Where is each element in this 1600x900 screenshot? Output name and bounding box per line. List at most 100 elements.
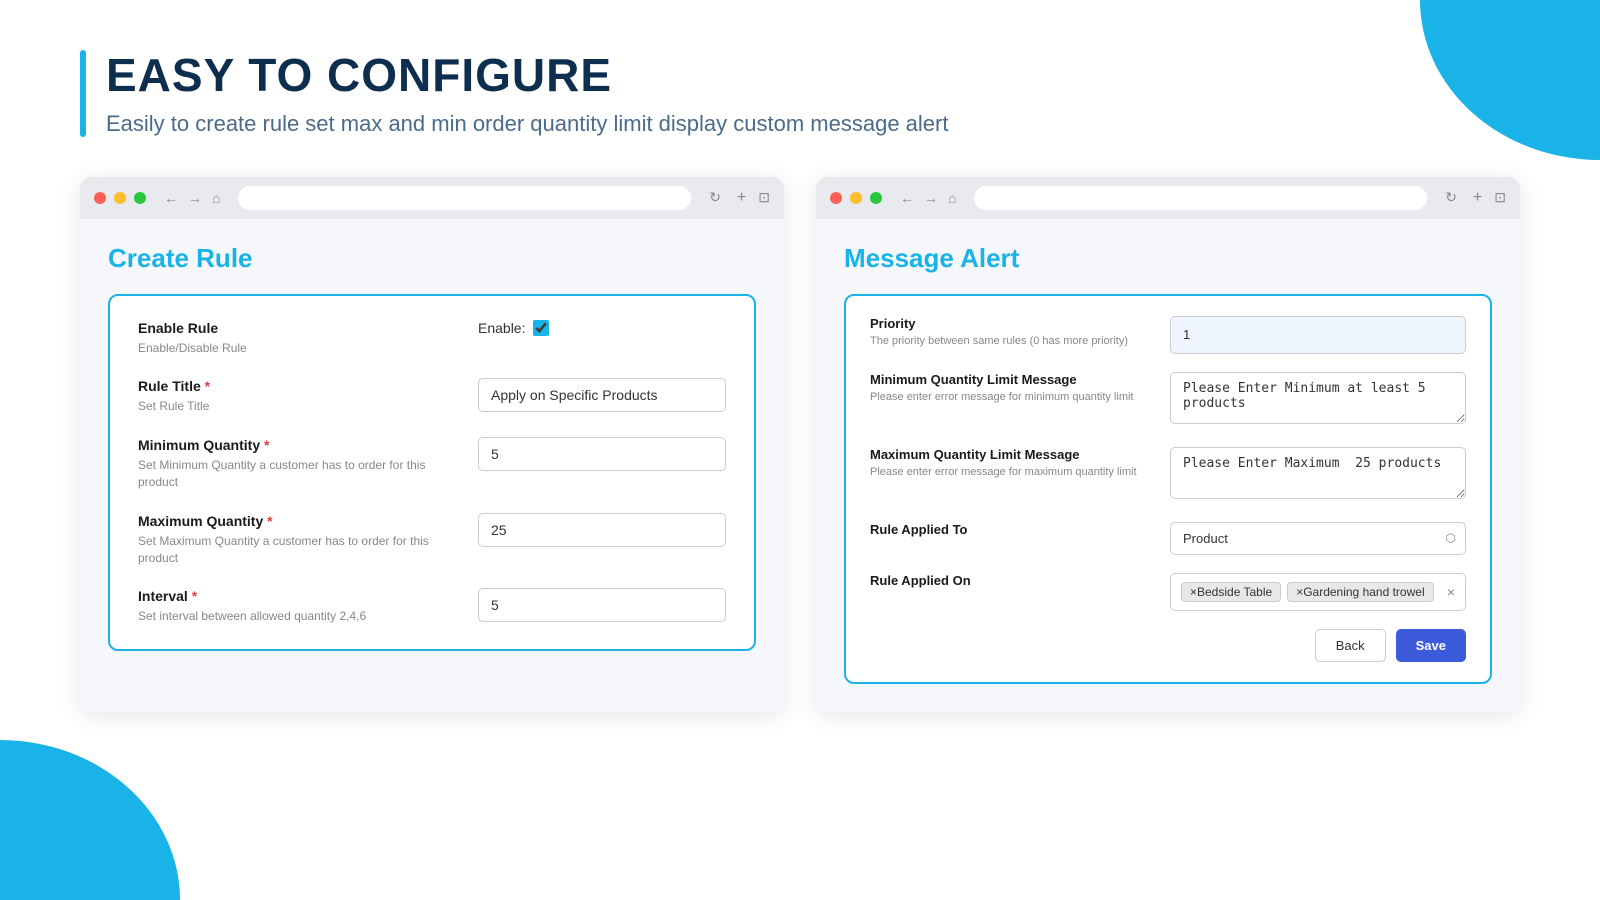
enable-rule-label-col: Enable Rule Enable/Disable Rule: [138, 320, 478, 357]
rule-applied-on-input-col: ×Bedside Table ×Gardening hand trowel ×: [1170, 573, 1466, 611]
message-alert-title: Message Alert: [844, 243, 1492, 274]
max-qty-input[interactable]: [478, 513, 726, 547]
rule-applied-to-select-wrapper: Product Category Cart ⬡: [1170, 522, 1466, 555]
dot-yellow-left: [114, 192, 126, 204]
min-qty-msg-textarea[interactable]: Please Enter Minimum at least 5 products: [1170, 372, 1466, 424]
rule-applied-to-select[interactable]: Product Category Cart: [1170, 522, 1466, 555]
browser-body-left: Create Rule Enable Rule Enable/Disable R…: [80, 219, 784, 680]
dot-red-right: [830, 192, 842, 204]
priority-field-desc: The priority between same rules (0 has m…: [870, 334, 1154, 349]
max-qty-row: Maximum Quantity * Set Maximum Quantity …: [138, 513, 726, 567]
tags-box[interactable]: ×Bedside Table ×Gardening hand trowel ×: [1170, 573, 1466, 611]
back-button[interactable]: Back: [1315, 629, 1386, 662]
create-rule-title: Create Rule: [108, 243, 756, 274]
url-bar-right: [974, 186, 1427, 210]
browser-window-left: ← → ⌂ ↻ + ⊡ Create Rule Enable Rule Enab…: [80, 177, 784, 712]
tag-gardening-trowel[interactable]: ×Gardening hand trowel: [1287, 582, 1433, 602]
rule-title-input-col: [478, 378, 726, 412]
min-qty-msg-input-col: Please Enter Minimum at least 5 products: [1170, 372, 1466, 429]
min-qty-input[interactable]: [478, 437, 726, 471]
nav-back-left[interactable]: ←: [164, 190, 178, 206]
rule-applied-to-label-col: Rule Applied To: [870, 522, 1170, 537]
enable-label: Enable:: [478, 320, 525, 336]
subtitle: Easily to create rule set max and min or…: [106, 111, 948, 137]
create-rule-card: Enable Rule Enable/Disable Rule Enable:: [108, 294, 756, 652]
rule-applied-on-field-name: Rule Applied On: [870, 573, 1154, 588]
dot-red-left: [94, 192, 106, 204]
interval-input-col: [478, 588, 726, 622]
priority-field-name: Priority: [870, 316, 1154, 331]
rule-title-label-col: Rule Title * Set Rule Title: [138, 378, 478, 415]
btn-row: Back Save: [870, 629, 1466, 662]
min-qty-desc: Set Minimum Quantity a customer has to o…: [138, 457, 462, 491]
rule-applied-to-input-col: Product Category Cart ⬡: [1170, 522, 1466, 555]
min-qty-label-col: Minimum Quantity * Set Minimum Quantity …: [138, 437, 478, 491]
nav-plus-right[interactable]: +: [1473, 189, 1482, 207]
browser-window-right: ← → ⌂ ↻ + ⊡ Message Alert Priority The p…: [816, 177, 1520, 712]
max-qty-msg-field-name: Maximum Quantity Limit Message: [870, 447, 1154, 462]
tag-bedside-table-label: ×Bedside Table: [1190, 585, 1272, 599]
min-qty-msg-field-desc: Please enter error message for minimum q…: [870, 390, 1154, 405]
enable-rule-name: Enable Rule: [138, 320, 462, 336]
enable-rule-input-col: Enable:: [478, 320, 726, 336]
blob-bottom-left: [0, 740, 180, 900]
nav-home-right[interactable]: ⌂: [948, 190, 956, 206]
browser-bar-right: ← → ⌂ ↻ + ⊡: [816, 177, 1520, 219]
max-qty-msg-field-desc: Please enter error message for maximum q…: [870, 465, 1154, 480]
tag-bedside-table[interactable]: ×Bedside Table: [1181, 582, 1281, 602]
enable-rule-desc: Enable/Disable Rule: [138, 340, 462, 357]
rule-applied-to-row: Rule Applied To Product Category Cart ⬡: [870, 522, 1466, 555]
priority-label-col: Priority The priority between same rules…: [870, 316, 1170, 349]
min-qty-msg-row: Minimum Quantity Limit Message Please en…: [870, 372, 1466, 429]
rule-applied-on-row: Rule Applied On ×Bedside Table ×Gardenin…: [870, 573, 1466, 611]
enable-checkbox[interactable]: [533, 320, 549, 336]
nav-menu-right[interactable]: ⊡: [1494, 189, 1506, 206]
min-qty-msg-label-col: Minimum Quantity Limit Message Please en…: [870, 372, 1170, 405]
enable-row: Enable:: [478, 320, 549, 336]
rule-title-desc: Set Rule Title: [138, 398, 462, 415]
min-qty-name: Minimum Quantity *: [138, 437, 462, 453]
min-qty-row: Minimum Quantity * Set Minimum Quantity …: [138, 437, 726, 491]
interval-input[interactable]: [478, 588, 726, 622]
interval-desc: Set interval between allowed quantity 2,…: [138, 608, 462, 625]
nav-forward-right[interactable]: →: [924, 190, 938, 206]
nav-home-left[interactable]: ⌂: [212, 190, 220, 206]
interval-row: Interval * Set interval between allowed …: [138, 588, 726, 625]
max-qty-msg-input-col: Please Enter Maximum 25 products: [1170, 447, 1466, 504]
max-qty-input-col: [478, 513, 726, 547]
save-button[interactable]: Save: [1396, 629, 1466, 662]
enable-rule-row: Enable Rule Enable/Disable Rule Enable:: [138, 320, 726, 357]
nav-refresh-right[interactable]: ↻: [1445, 189, 1457, 206]
header-section: EASY TO CONFIGURE Easily to create rule …: [80, 50, 1520, 137]
max-qty-desc: Set Maximum Quantity a customer has to o…: [138, 533, 462, 567]
rule-applied-to-field-name: Rule Applied To: [870, 522, 1154, 537]
nav-menu-left[interactable]: ⊡: [758, 189, 770, 206]
max-qty-label-col: Maximum Quantity * Set Maximum Quantity …: [138, 513, 478, 567]
dot-green-right: [870, 192, 882, 204]
max-qty-msg-textarea[interactable]: Please Enter Maximum 25 products: [1170, 447, 1466, 499]
nav-plus-left[interactable]: +: [737, 189, 746, 207]
main-title: EASY TO CONFIGURE: [106, 50, 948, 101]
nav-back-right[interactable]: ←: [900, 190, 914, 206]
interval-name: Interval *: [138, 588, 462, 604]
tags-clear-button[interactable]: ×: [1447, 584, 1455, 600]
dot-yellow-right: [850, 192, 862, 204]
max-qty-msg-label-col: Maximum Quantity Limit Message Please en…: [870, 447, 1170, 480]
nav-forward-left[interactable]: →: [188, 190, 202, 206]
min-qty-input-col: [478, 437, 726, 471]
message-alert-card: Priority The priority between same rules…: [844, 294, 1492, 684]
rule-title-name: Rule Title *: [138, 378, 462, 394]
max-qty-name: Maximum Quantity *: [138, 513, 462, 529]
min-qty-msg-field-name: Minimum Quantity Limit Message: [870, 372, 1154, 387]
nav-refresh-left[interactable]: ↻: [709, 189, 721, 206]
priority-input-col: [1170, 316, 1466, 354]
max-qty-msg-row: Maximum Quantity Limit Message Please en…: [870, 447, 1466, 504]
browser-nav-left: ← → ⌂: [164, 190, 220, 206]
browser-bar-left: ← → ⌂ ↻ + ⊡: [80, 177, 784, 219]
tag-gardening-trowel-label: ×Gardening hand trowel: [1296, 585, 1424, 599]
priority-input[interactable]: [1170, 316, 1466, 354]
interval-label-col: Interval * Set interval between allowed …: [138, 588, 478, 625]
browser-nav-right: ← → ⌂: [900, 190, 956, 206]
rule-title-input[interactable]: [478, 378, 726, 412]
header-border: [80, 50, 86, 137]
